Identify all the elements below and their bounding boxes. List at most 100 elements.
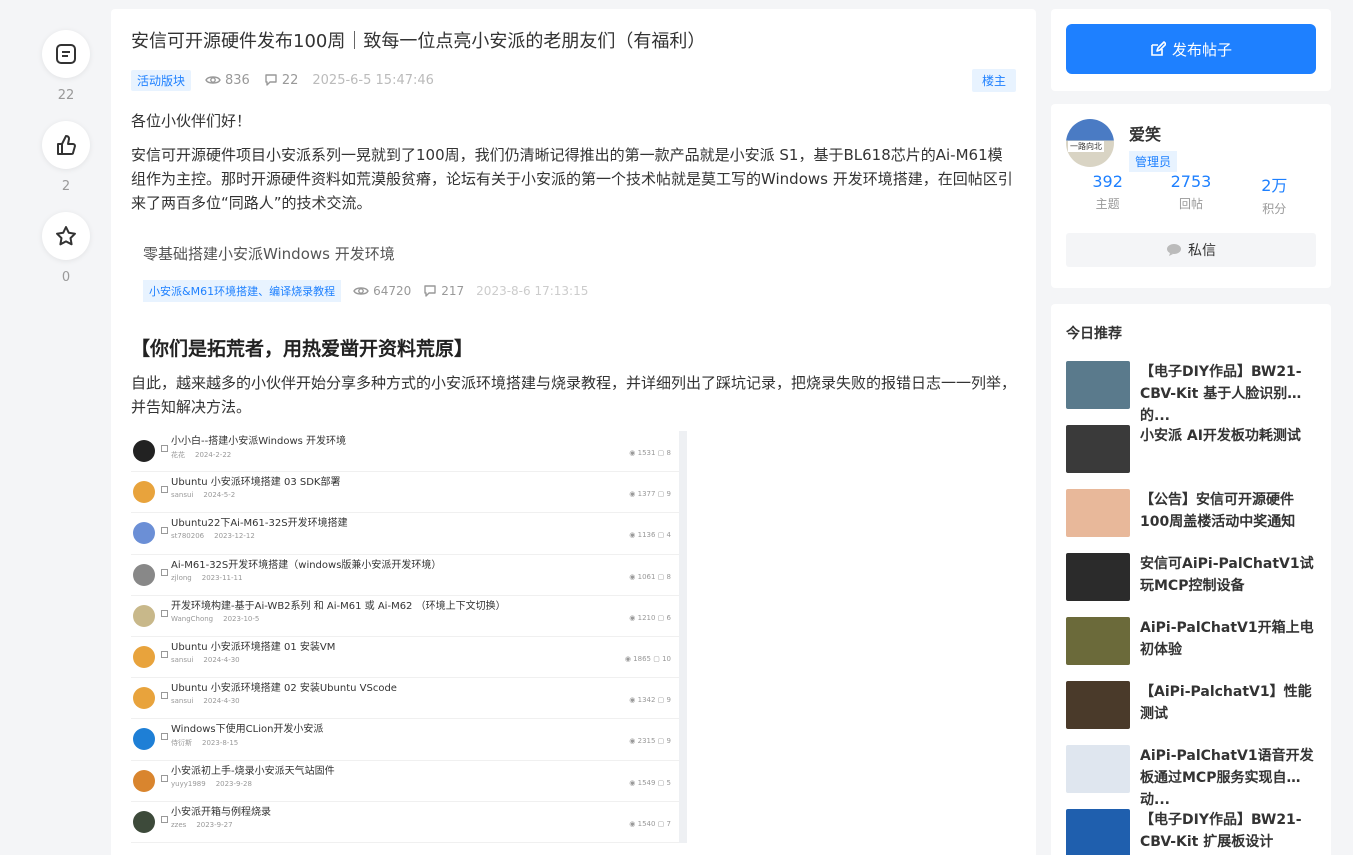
checkbox-icon [161,815,168,823]
thumbs-up-icon [57,135,76,155]
greeting-text: 各位小伙伴们好！ [131,112,252,130]
thread-replies: 9 [666,696,671,705]
recommend-item[interactable]: 安信可AiPi-PalChatV1试玩MCP控制设备 [1066,553,1316,617]
thumbnail [1066,553,1130,601]
recommend-item-title: 小安派 AI开发板功耗测试 [1140,428,1301,444]
thread-views: 1549 [637,778,656,787]
thread-sub: 侍衍斯 2023-8-15 [171,738,323,748]
thumbnail [1066,361,1130,409]
checkbox-icon [161,650,168,658]
checkbox-icon [161,568,168,576]
comment-icon: ▢ [655,613,667,622]
comment-icon: ▢ [655,531,667,540]
thread-sub: sansui 2024-5-2 [171,491,340,499]
thread-sub: yuyy1989 2023-9-28 [171,780,335,788]
stat-points[interactable]: 2万 积分 [1234,172,1314,217]
ref-reply-count: 217 [441,284,465,298]
forum-tag[interactable]: 活动版块 [131,69,192,91]
role-badge: 管理员 [1129,151,1178,172]
thread-row[interactable]: Ubuntu 小安派环境搭建 02 安装Ubuntu VScode sansui 2… [131,678,679,720]
thread-sub: sansui 2024-4-30 [171,697,397,705]
thread-stats: ◉ 1061 ▢ 8 [629,573,671,581]
view-stat: 836 [205,73,250,88]
private-message-button[interactable]: 私信 [1066,233,1316,267]
eye-icon: ◉ [629,449,638,457]
like-button[interactable] [42,121,90,169]
ref-meta: 小安派&M61环境搭建、编译烧录教程 64720 217 2023-8-6 17… [143,280,1004,302]
thread-replies: 9 [666,737,671,746]
comment-icon: ▢ [655,449,667,457]
thread-date: 2023-12-12 [214,532,255,541]
stat-replies[interactable]: 2753 回帖 [1151,172,1231,217]
comment-icon: ▢ [651,654,663,663]
publish-post-button[interactable]: 发布帖子 [1066,24,1316,74]
thumbnail [1066,425,1130,473]
publish-panel: 发布帖子 [1051,9,1331,91]
thread-date: 2024-4-30 [203,697,240,706]
avatar [133,687,155,710]
thread-row[interactable]: Ai-M61-32S开发环境搭建（windows版兼小安派开发环境） zjlong… [131,555,679,596]
recommend-item[interactable]: AiPi-PalChatV1开箱上电初体验 [1066,617,1316,681]
recommend-item-title: 【电子DIY作品】BW21-CBV-Kit 扩展板设计 [1140,812,1302,850]
thread-row[interactable]: Ubuntu22下Ai-M61-32S开发环境搭建 st780206 2023-12… [131,513,679,555]
comment-icon: ▢ [655,778,667,787]
ref-view-stat: 64720 [353,284,411,298]
thread-row[interactable]: Windows下使用CLion开发小安派 侍衍斯 2023-8-15 ◉ 2315 ▢… [131,719,679,761]
ref-tag[interactable]: 小安派&M61环境搭建、编译烧录教程 [143,280,342,302]
thread-views: 1865 [633,654,651,663]
reply-count: 22 [281,72,299,88]
thread-views: 1061 [637,572,656,581]
thread-replies: 7 [666,819,671,828]
thread-sub: zzes 2023-9-27 [171,821,271,829]
author-card: 一路向北 爱笑 管理员 392 主题 2753 回帖 2万 积分 私信 [1051,104,1331,288]
thread-replies: 4 [666,531,671,540]
thread-info: Windows下使用CLion开发小安派 侍衍斯 2023-8-15 [171,723,323,748]
favorite-button[interactable] [42,212,90,260]
edit-icon [1151,41,1166,56]
thread-date: 2024-4-30 [203,655,240,664]
thumbnail [1066,681,1130,729]
thread-row[interactable]: Ubuntu 小安派环境搭建 01 安装VM sansui 2024-4-30 ◉ 1… [131,637,679,679]
thread-list-screenshot: 小小白--搭建小安派Windows 开发环境 花花 2024-2-22 ◉ 1531 … [131,431,687,843]
eye-icon: ◉ [629,778,638,787]
thread-author: sansui [171,697,194,706]
thread-stats: ◉ 1342 ▢ 9 [629,696,671,704]
thread-stats: ◉ 1540 ▢ 7 [629,820,671,828]
thumbnail [1066,489,1130,537]
recommend-title: 今日推荐 [1066,326,1122,342]
avatar[interactable]: 一路向北 [1066,119,1114,167]
thread-title: 小安派初上手-烧录小安派天气站固件 [171,765,335,777]
referenced-thread-card[interactable]: 零基础搭建小安派Windows 开发环境 小安派&M61环境搭建、编译烧录教程 … [131,233,1016,312]
thread-row[interactable]: 小安派开箱与例程烧录 zzes 2023-9-27 ◉ 1540 ▢ 7 [131,802,679,843]
comment-button[interactable] [42,30,90,78]
like-count: 2 [61,179,71,194]
thumbnail [1066,809,1130,855]
recommend-item-title: AiPi-PalChatV1开箱上电初体验 [1140,620,1314,658]
thread-row[interactable]: 小小白--搭建小安派Windows 开发环境 花花 2024-2-22 ◉ 1531 … [131,431,679,473]
thread-date: 2023-11-11 [201,573,243,582]
recommend-item[interactable]: 【电子DIY作品】BW21-CBV-Kit 基于人脸识别的... [1066,361,1316,425]
stat-value: 2753 [1170,172,1212,191]
thread-author: zjlong [171,573,192,582]
thread-date: 2023-10-5 [223,614,260,623]
recommend-item[interactable]: 【AiPi-PalchatV1】性能测试 [1066,681,1316,745]
eye-icon [205,76,221,84]
thread-stats: ◉ 1549 ▢ 5 [629,779,671,787]
recommend-item[interactable]: 小安派 AI开发板功耗测试 [1066,425,1316,489]
checkbox-icon [161,527,168,535]
ref-title[interactable]: 零基础搭建小安派Windows 开发环境 [143,243,1004,264]
avatar [133,769,155,792]
post-content: 安信可开源硬件发布100周｜致每一位点亮小安派的老朋友们（有福利） 活动版块 8… [111,9,1036,855]
thread-row[interactable]: Ubuntu 小安派环境搭建 03 SDK部署 sansui 2024-5-2 ◉ 1… [131,472,679,514]
thread-row[interactable]: 小安派初上手-烧录小安派天气站固件 yuyy1989 2023-9-28 ◉ 1549… [131,761,679,802]
recommend-item[interactable]: AiPi-PalChatV1语音开发板通过MCP服务实现自动... [1066,745,1316,809]
avatar [133,522,155,545]
thread-info: Ubuntu 小安派环境搭建 03 SDK部署 sansui 2024-5-2 [171,476,340,499]
recommend-item[interactable]: 【电子DIY作品】BW21-CBV-Kit 扩展板设计 [1066,809,1316,855]
recommend-item[interactable]: 【公告】安信可开源硬件100周盖楼活动中奖通知 [1066,489,1316,553]
thread-row[interactable]: 开发环境构建-基于Ai-WB2系列 和 Ai-M61 或 Ai-M62 （环境上… [131,596,679,637]
post-title: 安信可开源硬件发布100周｜致每一位点亮小安派的老朋友们（有福利） [131,31,706,52]
post-action-bar: 22 2 0 [42,30,90,303]
author-name[interactable]: 爱笑 [1129,121,1177,145]
stat-threads[interactable]: 392 主题 [1068,172,1148,217]
